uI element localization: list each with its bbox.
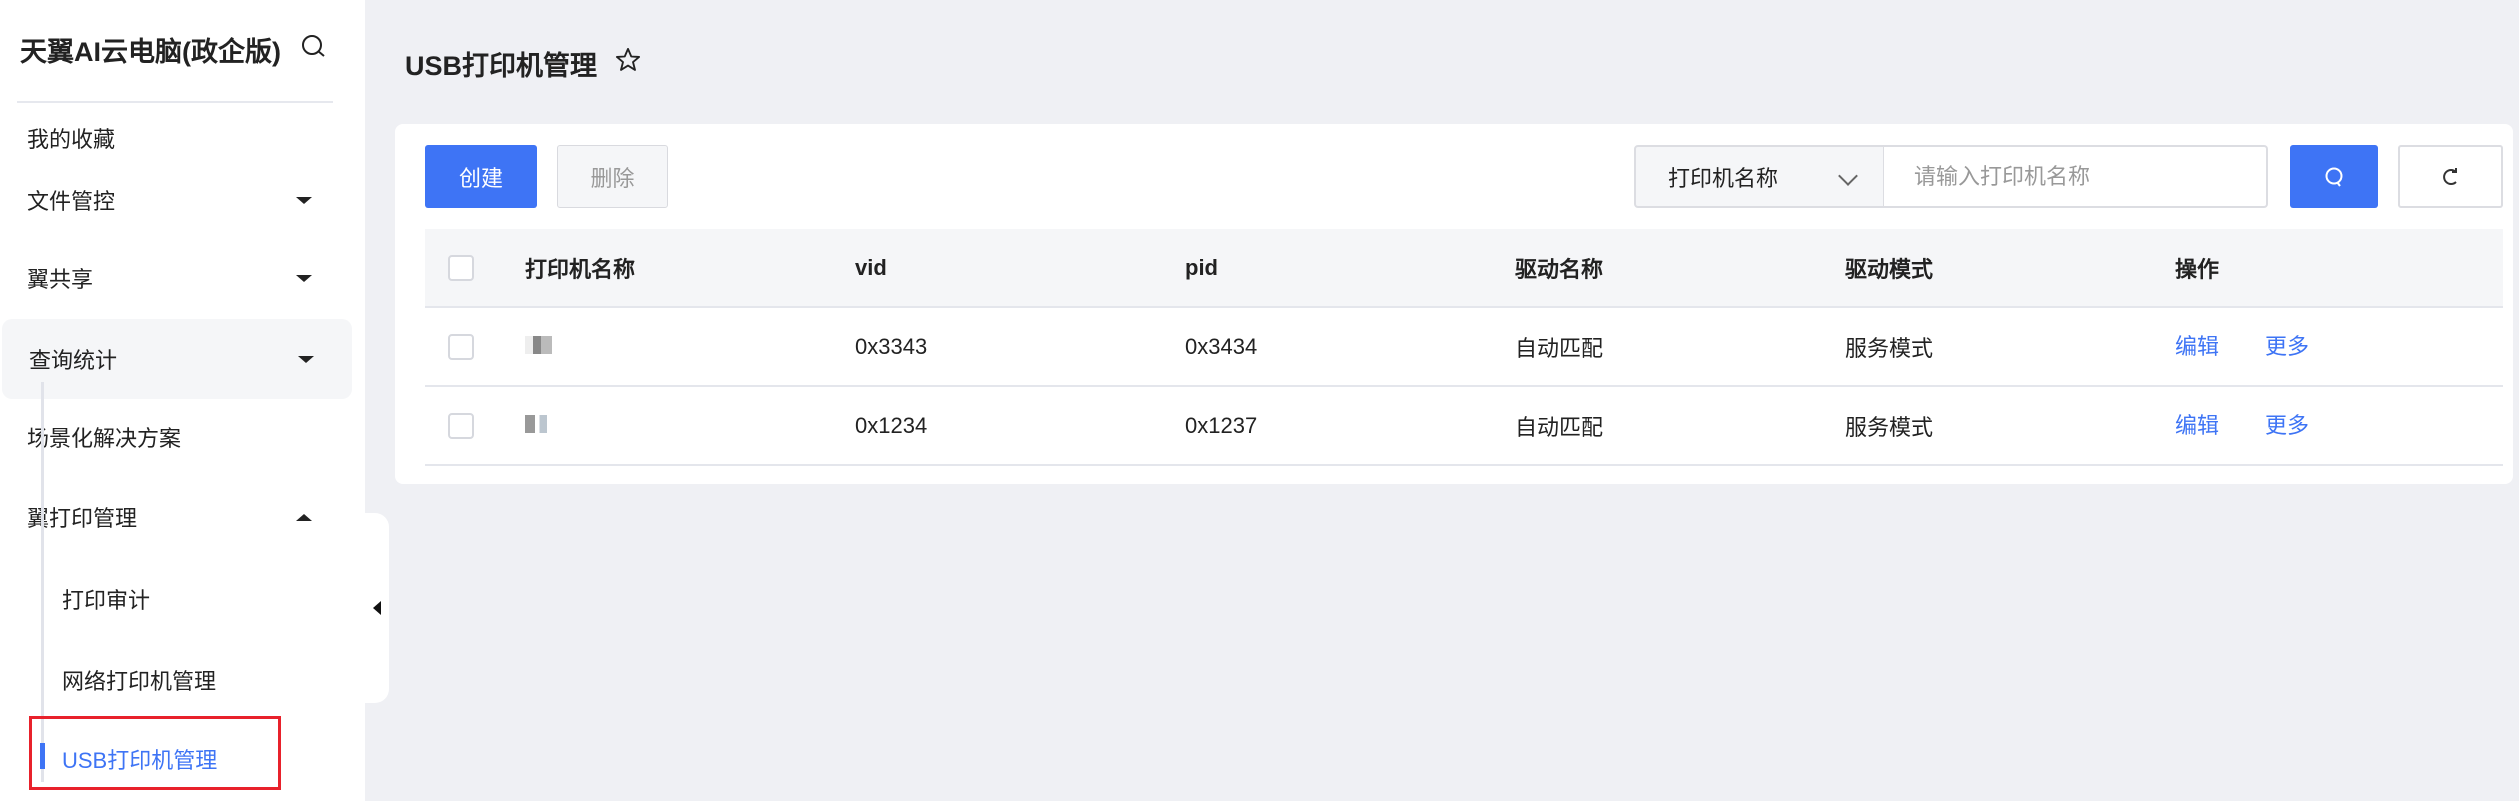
- star-icon[interactable]: [614, 46, 642, 74]
- filter-select-value: 打印机名称: [1668, 165, 1779, 191]
- triangle-left-icon: [373, 601, 381, 615]
- column-header-pid[interactable]: pid: [1185, 255, 1218, 281]
- sidebar-item-share[interactable]: 翼共享: [0, 238, 350, 318]
- sidebar-item-print-management[interactable]: 翼打印管理: [0, 477, 350, 557]
- column-header-driver-mode[interactable]: 驱动模式: [1845, 252, 1933, 284]
- vid-cell: 0x3343: [855, 333, 928, 359]
- sidebar-item-label: 文件管控: [27, 189, 116, 214]
- edit-link[interactable]: 编辑: [2175, 329, 2219, 361]
- sidebar-item-label: 查询统计: [29, 348, 118, 373]
- table-row: 0x3343 0x3434 自动匹配 服务模式 编辑 更多: [425, 308, 2503, 387]
- search-icon: [2325, 167, 2343, 187]
- sidebar-item-favorites[interactable]: 我的收藏: [0, 113, 350, 163]
- vid-cell: 0x1234: [855, 412, 928, 438]
- sidebar-item-solutions[interactable]: 场景化解决方案: [0, 397, 350, 477]
- pid-cell: 0x3434: [1185, 333, 1258, 359]
- page-title: USB打印机管理: [405, 51, 598, 81]
- driver-mode-cell: 服务模式: [1845, 335, 1934, 361]
- column-header-vid[interactable]: vid: [855, 255, 887, 281]
- printer-table: 打印机名称 vid pid 驱动名称 驱动模式 操作 0x3343 0x3434…: [425, 229, 2503, 466]
- filter-select[interactable]: 打印机名称: [1634, 145, 1884, 208]
- chevron-down-icon: [1838, 166, 1858, 186]
- more-link[interactable]: 更多: [2265, 408, 2309, 440]
- driver-name-cell: 自动匹配: [1515, 414, 1604, 440]
- edit-link[interactable]: 编辑: [2175, 408, 2219, 440]
- caret-down-icon: [296, 196, 312, 204]
- caret-down-icon: [298, 355, 314, 363]
- driver-name-cell: 自动匹配: [1515, 335, 1604, 361]
- refresh-icon: [2442, 167, 2457, 185]
- sidebar-subitem-network-printers[interactable]: 网络打印机管理: [62, 664, 216, 696]
- sidebar: 天翼AI云电脑(政企版) 我的收藏 文件管控 翼共享 查询统计 场景化解决方案 …: [0, 0, 365, 801]
- highlight-box: [29, 716, 281, 790]
- content-card: 创建 删除 打印机名称 打印机名称 vid pid 驱动名称 驱动模式 操作 0…: [395, 124, 2513, 484]
- column-header-driver-name[interactable]: 驱动名称: [1515, 252, 1603, 284]
- more-link[interactable]: 更多: [2265, 329, 2309, 361]
- sidebar-item-label: 场景化解决方案: [27, 426, 182, 451]
- refresh-button[interactable]: [2398, 145, 2503, 208]
- create-button[interactable]: 创建: [425, 145, 537, 208]
- search-button[interactable]: [2290, 145, 2378, 208]
- caret-up-icon: [296, 513, 312, 521]
- table-row: 0x1234 0x1237 自动匹配 服务模式 编辑 更多: [425, 387, 2503, 466]
- search-icon[interactable]: [300, 33, 326, 59]
- sidebar-item-file-control[interactable]: 文件管控: [0, 160, 350, 240]
- column-header-actions: 操作: [2175, 256, 2220, 282]
- caret-down-icon: [296, 274, 312, 282]
- delete-button[interactable]: 删除: [557, 145, 668, 208]
- brand-title: 天翼AI云电脑(政企版): [20, 37, 281, 67]
- printer-name-redacted: [525, 413, 547, 439]
- search-input[interactable]: [1884, 145, 2268, 208]
- printer-name-redacted: [525, 334, 552, 360]
- collapse-sidebar-button[interactable]: [365, 513, 389, 703]
- row-checkbox[interactable]: [448, 333, 474, 360]
- sidebar-subitem-print-audit[interactable]: 打印审计: [62, 583, 150, 615]
- sidebar-item-label: 我的收藏: [27, 127, 116, 152]
- pid-cell: 0x1237: [1185, 412, 1258, 438]
- divider: [17, 101, 333, 103]
- select-all-checkbox[interactable]: [448, 254, 474, 281]
- driver-mode-cell: 服务模式: [1845, 414, 1934, 440]
- sidebar-item-label: 翼共享: [27, 267, 94, 292]
- column-header-name[interactable]: 打印机名称: [525, 252, 635, 284]
- row-checkbox[interactable]: [448, 412, 474, 439]
- table-header: 打印机名称 vid pid 驱动名称 驱动模式 操作: [425, 229, 2503, 308]
- sidebar-item-stats[interactable]: 查询统计: [2, 319, 352, 399]
